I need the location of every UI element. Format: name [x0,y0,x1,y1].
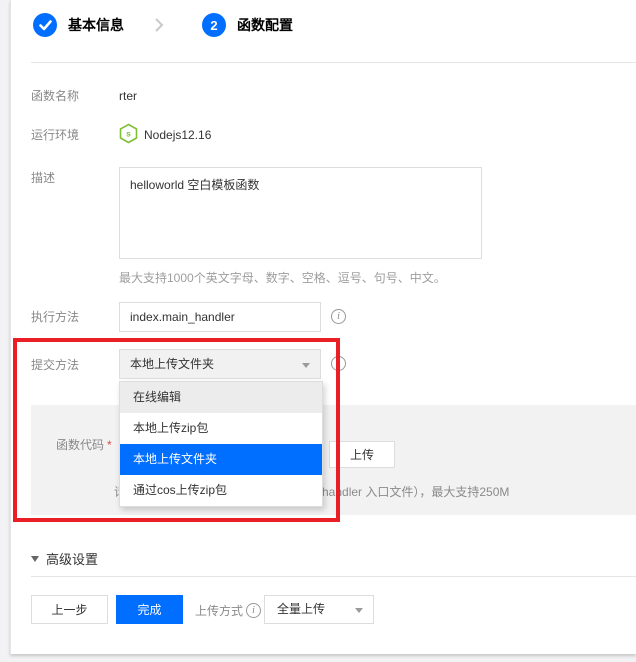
step1-label[interactable]: 基本信息 [68,13,124,37]
function-name-label: 函数名称 [31,88,79,104]
step2-label: 函数配置 [237,13,293,37]
caret-down-icon [355,608,363,613]
upload-mode-value: 全量上传 [277,602,325,616]
runtime-label: 运行环境 [31,127,79,143]
submit-method-info-icon[interactable] [331,356,346,371]
step1-done-circle[interactable] [33,13,57,37]
description-label: 描述 [31,170,55,186]
dropdown-option-local-zip[interactable]: 本地上传zip包 [120,413,322,444]
nodejs-icon: s [119,123,138,144]
dropdown-option-online-edit[interactable]: 在线编辑 [120,382,322,413]
description-textarea[interactable]: helloworld 空白模板函数 [119,167,482,259]
code-note: handler 入口文件），最大支持250M [322,483,509,500]
step2-number: 2 [210,18,217,33]
chevron-right-icon [154,17,164,33]
description-hint: 最大支持1000个英文字母、数字、空格、逗号、句号、中文。 [119,269,446,286]
function-name-value: rter [119,88,137,104]
header-divider [31,62,636,63]
upload-mode-info-icon[interactable] [246,603,261,618]
check-icon [39,20,52,31]
upload-mode-select[interactable]: 全量上传 [264,595,374,624]
upload-mode-group: 上传方式 [195,602,261,619]
handler-info-icon[interactable] [331,309,346,324]
svg-text:s: s [126,129,131,139]
submit-method-select[interactable]: 本地上传文件夹 [119,349,321,379]
handler-input[interactable] [119,302,321,332]
previous-step-button[interactable]: 上一步 [31,595,108,624]
advanced-settings-label: 高级设置 [46,549,98,568]
function-config-panel: 基本信息 2 函数配置 函数名称 rter 运行环境 s Nodejs12.16… [10,0,636,654]
submit-method-dropdown: 在线编辑 本地上传zip包 本地上传文件夹 通过cos上传zip包 [119,381,323,507]
caret-down-icon [302,363,310,368]
footer-divider [31,576,636,577]
upload-mode-label: 上传方式 [195,602,243,619]
runtime-value: Nodejs12.16 [144,127,211,143]
submit-method-label: 提交方法 [31,357,79,373]
required-asterisk: * [107,438,112,452]
dropdown-option-local-folder[interactable]: 本地上传文件夹 [120,444,322,475]
triangle-down-icon [31,556,39,562]
advanced-settings-toggle[interactable]: 高级设置 [31,549,98,568]
handler-label: 执行方法 [31,309,79,325]
submit-method-value: 本地上传文件夹 [130,357,214,371]
step2-circle: 2 [202,13,226,37]
upload-button[interactable]: 上传 [329,441,395,468]
dropdown-option-cos-zip[interactable]: 通过cos上传zip包 [120,475,322,506]
done-button[interactable]: 完成 [116,595,183,624]
function-code-label: 函数代码* [56,437,112,453]
